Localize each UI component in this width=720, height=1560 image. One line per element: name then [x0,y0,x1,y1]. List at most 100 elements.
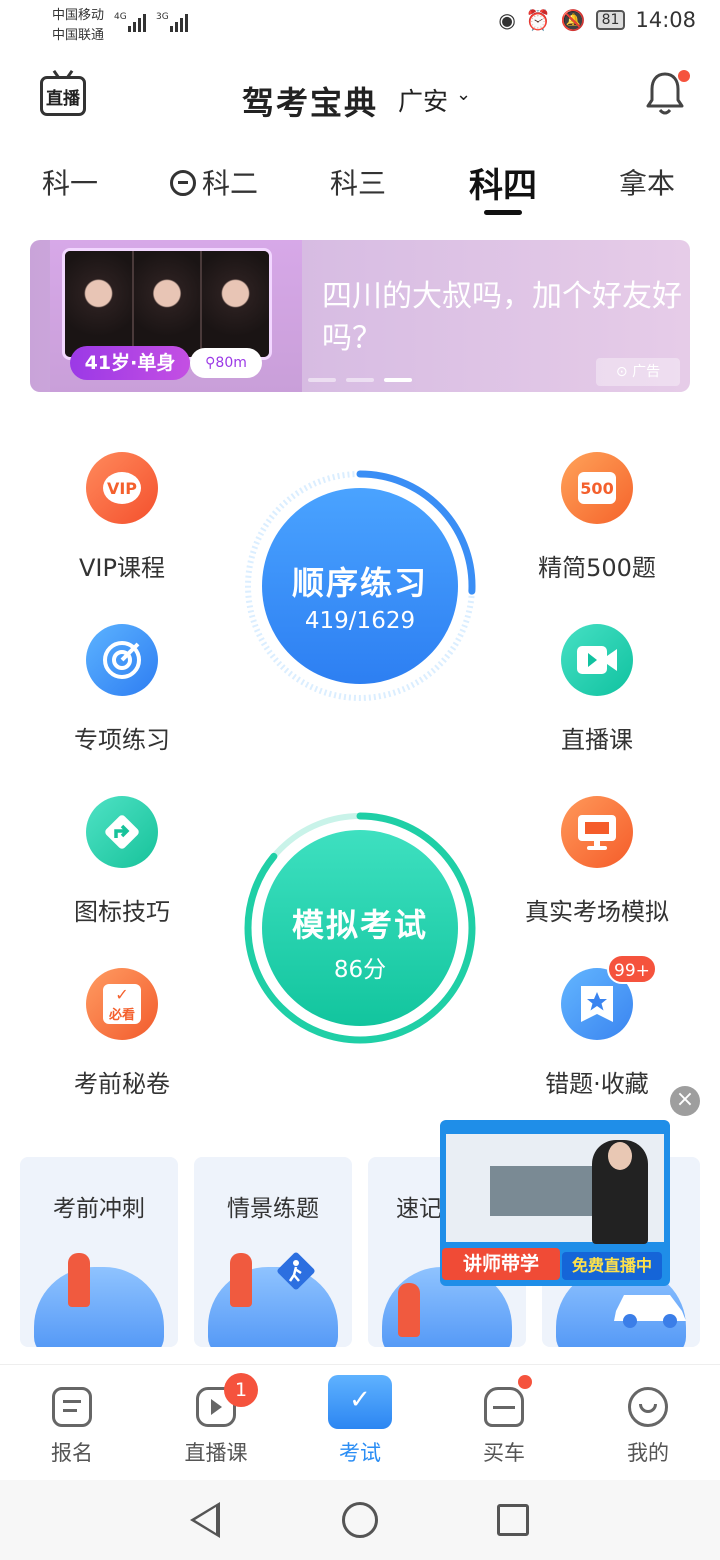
exam-score-text: 86分 [333,957,387,983]
app-header: 直播 驾考宝典 广安 ⌄ [0,60,720,136]
clock: 14:08 [635,8,696,32]
status-right: ◉ ⏰ 🔕 81 14:08 [498,8,696,32]
tab-license[interactable]: 拿本 [619,162,675,202]
feature-label: 真实考场模拟 [525,898,669,926]
network-type-2: 3G [156,12,169,22]
carousel-dots [308,378,412,382]
sequential-practice-button[interactable]: 顺序练习 419/1629 [244,470,476,702]
city-selector[interactable]: 广安 [398,82,448,118]
target-icon [86,624,158,696]
live-tv-button[interactable]: 直播 [40,76,86,116]
road-sign-illustration [208,1267,338,1347]
ad-icon: ⊙ [615,364,633,380]
carrier-labels: 中国移动 中国联通 [52,6,104,46]
card-title: 情景练题 [227,1196,319,1222]
free-live-tag: 免费直播中 [562,1252,662,1280]
feature-500-questions[interactable]: 500 精简500题 [497,452,697,583]
network-type-1: 4G [114,12,127,22]
tab-subject-1[interactable]: 科一 [42,162,98,202]
nav-label: 买车 [483,1441,525,1465]
battery-icon: 81 [595,10,626,30]
secret-paper-icon: ✓ 必看 [86,968,158,1040]
chevron-down-icon[interactable]: ⌄ [456,84,471,105]
ad-label[interactable]: ⊙ 广告 [596,358,680,386]
floating-live-video[interactable]: 讲师带学 免费直播中 [440,1120,670,1286]
car-icon [614,1295,686,1328]
feature-secret-paper[interactable]: ✓ 必看 考前秘卷 [22,968,222,1099]
nav-buy-car[interactable]: 买车 [432,1365,576,1481]
feature-label: 专项练习 [74,726,170,754]
video-scene [490,1166,600,1216]
mute-icon: 🔕 [560,8,586,32]
app-title: 驾考宝典 [242,84,379,122]
instructor-face [608,1142,632,1170]
banner-photos [62,248,272,360]
feature-label: 直播课 [561,726,633,754]
vip-icon: VIP [86,452,158,524]
nav-count-badge: 1 [224,1373,258,1407]
tab-subject-3[interactable]: 科三 [330,162,386,202]
monitor-icon [561,796,633,868]
distance-label: 80m [215,355,247,371]
nav-exam[interactable]: 考试 [288,1365,432,1481]
steering-wheel-icon [170,170,196,196]
exam-folder-icon [328,1375,392,1429]
tab-subject-2-label: 科二 [202,167,259,200]
instructor-tag: 讲师带学 [442,1248,560,1280]
carousel-dot-active [384,378,412,382]
500-icon: 500 [561,452,633,524]
card-pre-exam-sprint[interactable]: 考前冲刺 [20,1157,178,1347]
car-front-icon [484,1387,524,1427]
practice-progress-text: 419/1629 [304,608,416,634]
person-illustration [398,1283,420,1337]
feature-sign-tips[interactable]: 图标技巧 [22,796,222,927]
close-icon[interactable]: × [670,1086,700,1116]
nav-label: 报名 [51,1441,93,1465]
back-icon[interactable] [190,1502,220,1538]
count-badge: 99+ [607,954,657,984]
nav-label: 考试 [339,1441,381,1465]
recent-apps-icon[interactable] [497,1504,529,1536]
feature-vip-course[interactable]: VIP VIP课程 [22,452,222,583]
carousel-dot [346,378,374,382]
mock-exam-button[interactable]: 模拟考试 86分 [244,812,476,1044]
nav-signup[interactable]: 报名 [0,1365,144,1481]
home-icon[interactable] [342,1502,378,1538]
signal-icon-2 [170,12,188,32]
video-icon [561,624,633,696]
500-icon-text: 500 [578,472,616,504]
subject-tabs: 科一 科二 科三 科四 拿本 [0,162,720,222]
carousel-dot [308,378,336,382]
check-icon: ✓ [115,985,129,1004]
nav-profile[interactable]: 我的 [576,1365,720,1481]
feature-real-exam-sim[interactable]: 真实考场模拟 [497,796,697,927]
eye-icon: ◉ [498,8,516,32]
exam-title: 模拟考试 [291,906,428,944]
live-tv-label: 直播 [46,88,80,109]
card-scenario-practice[interactable]: 情景练题 [194,1157,352,1347]
nav-label: 我的 [627,1441,669,1465]
feature-live-class[interactable]: 直播课 [497,624,697,755]
feature-label: 考前秘卷 [74,1070,170,1098]
feature-wrong-favorites[interactable]: 99+ 错题·收藏 [497,954,697,1099]
rocket-illustration [34,1267,164,1347]
ad-label-text: 广告 [632,364,661,380]
distance-tag: ⚲80m [190,348,262,378]
feature-special-practice[interactable]: 专项练习 [22,624,222,755]
feature-label: 精简500题 [538,554,656,582]
practice-title: 顺序练习 [291,564,428,602]
notification-dot [518,1375,532,1389]
bottom-navigation: 报名 1 直播课 考试 买车 我的 [0,1364,720,1480]
system-navigation-bar [0,1480,720,1560]
smile-icon [628,1387,668,1427]
card-title: 考前冲刺 [53,1196,145,1222]
active-tab-indicator [484,210,522,215]
tab-subject-4[interactable]: 科四 [469,158,537,207]
form-icon [52,1387,92,1427]
ad-banner[interactable]: 41岁·单身 ⚲80m 四川的大叔吗，加个好友好吗？ ⊙ 广告 [30,240,690,392]
feature-label: 错题·收藏 [545,1070,649,1098]
person-illustration [230,1253,252,1307]
tab-subject-2[interactable]: 科二 [170,162,258,202]
nav-live-class[interactable]: 1 直播课 [144,1365,288,1481]
photo [202,251,269,357]
